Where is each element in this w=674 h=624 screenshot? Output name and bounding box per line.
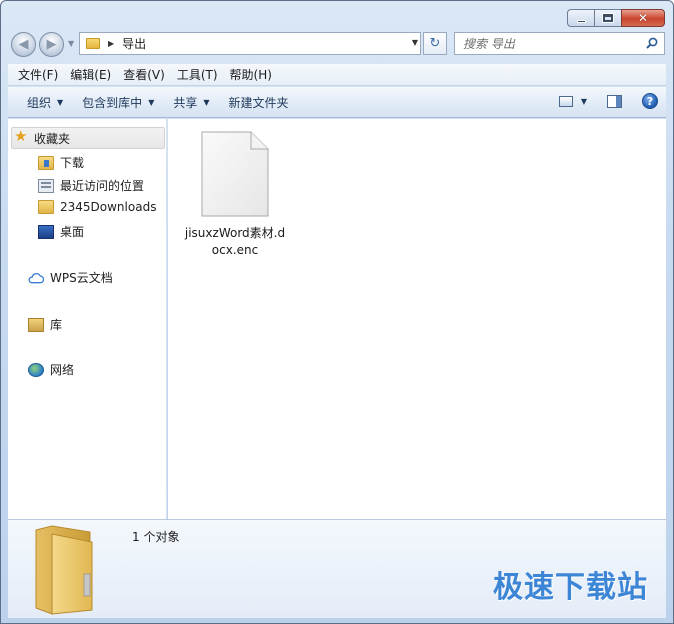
help-icon[interactable]: ? [642,93,658,109]
forward-button[interactable]: ▶ [39,32,64,57]
caption-buttons: ✕ [567,9,665,29]
sidebar-item-downloads[interactable]: 下载 [38,154,84,171]
forward-arrow-icon: ▶ [46,37,57,52]
sidebar-item-label: 最近访问的位置 [60,179,145,193]
recent-pages-dropdown[interactable]: ▼ [68,39,74,48]
chevron-down-icon: ▼ [57,97,64,107]
preview-pane-icon[interactable] [607,94,622,108]
include-in-library-label: 包含到库中 [82,95,143,110]
change-view-icon[interactable] [558,95,573,107]
breadcrumb-chevron-icon[interactable]: ▶ [108,39,114,48]
share-label: 共享 [173,95,198,110]
sidebar-item-label: 2345Downloads [60,200,157,214]
menu-file[interactable]: 文件(F) [18,66,58,83]
breadcrumb-current[interactable]: 导出 [122,35,146,52]
sidebar-item-label: 桌面 [60,225,85,239]
view-options-dropdown[interactable]: ▼ [581,97,587,106]
details-pane: 1 个对象 极速下载站 [8,519,666,618]
search-input[interactable] [463,36,633,51]
folder-large-icon [35,525,93,615]
star-icon: ★ [14,127,28,145]
document-icon [201,131,269,217]
sidebar-item-label: 网络 [50,363,75,377]
minimize-icon [576,19,586,23]
menu-edit[interactable]: 编辑(E) [70,66,111,83]
maximize-button[interactable] [594,9,621,27]
file-name: jisuxzWord素材.docx.enc [184,226,286,257]
address-history-dropdown[interactable]: ▼ [412,38,418,47]
back-arrow-icon: ◀ [18,37,29,52]
share-button[interactable]: 共享 ▼ [173,94,209,111]
command-bar: 组织 ▼ 包含到库中 ▼ 共享 ▼ 新建文件夹 ▼ ? [8,87,666,118]
explorer-window: ✕ ◀ ▶ ▼ ▶ 导出 ▼ ↻ 文件(F) 编辑(E) [0,0,674,624]
include-in-library-button[interactable]: 包含到库中 ▼ [82,94,154,111]
sidebar-item-label: 下载 [60,156,85,170]
refresh-button[interactable]: ↻ [423,32,447,55]
navigation-row: ◀ ▶ ▼ ▶ 导出 ▼ ↻ [9,31,665,57]
back-button[interactable]: ◀ [11,32,36,57]
new-folder-button[interactable]: 新建文件夹 [229,94,289,111]
refresh-icon: ↻ [429,36,441,51]
sidebar-item-2345downloads[interactable]: 2345Downloads [38,200,156,214]
sidebar-item-network[interactable]: 网络 [28,361,74,378]
minimize-button[interactable] [567,9,594,27]
maximize-icon [603,14,613,22]
organize-label: 组织 [27,95,52,110]
favorites-label: 收藏夹 [34,131,71,146]
item-count: 1 个对象 [132,530,180,544]
address-bar[interactable]: ▶ 导出 ▼ [79,32,421,55]
sidebar-item-label: 库 [50,318,63,332]
cloud-icon [28,272,44,283]
navigation-pane: ★ 收藏夹 下载 最近访问的位置 2345Downloads 桌面 WPS云文档 [8,119,167,519]
close-icon: ✕ [637,11,649,25]
sidebar-item-label: WPS云文档 [50,271,113,285]
sidebar-item-recent-places[interactable]: 最近访问的位置 [38,177,144,194]
sidebar-item-library[interactable]: 库 [28,316,62,333]
command-bar-right: ▼ ? [558,93,658,109]
sidebar-item-desktop[interactable]: 桌面 [38,223,84,240]
network-icon [28,362,44,377]
watermark-text: 极速下载站 [493,570,648,605]
chevron-down-icon: ▼ [203,97,210,107]
file-item[interactable]: jisuxzWord素材.docx.enc [182,131,288,259]
folder-icon [86,38,100,49]
new-folder-label: 新建文件夹 [228,95,289,110]
menu-help[interactable]: 帮助(H) [230,66,272,83]
menu-view[interactable]: 查看(V) [123,66,165,83]
menu-tools[interactable]: 工具(T) [177,66,218,83]
desktop-icon [38,224,54,239]
menu-bar: 文件(F) 编辑(E) 查看(V) 工具(T) 帮助(H) [8,64,666,86]
favorites-header[interactable]: ★ 收藏夹 [11,127,165,149]
recent-places-icon [38,178,54,193]
close-button[interactable]: ✕ [621,9,665,27]
library-icon [28,317,44,332]
organize-button[interactable]: 组织 ▼ [27,94,63,111]
sidebar-item-wps-cloud[interactable]: WPS云文档 [28,269,113,286]
folder-icon [38,200,54,214]
search-icon[interactable] [646,37,658,49]
chevron-down-icon: ▼ [148,97,155,107]
search-box [454,32,665,55]
download-folder-icon [38,155,54,170]
file-list-pane[interactable]: jisuxzWord素材.docx.enc [168,119,666,519]
